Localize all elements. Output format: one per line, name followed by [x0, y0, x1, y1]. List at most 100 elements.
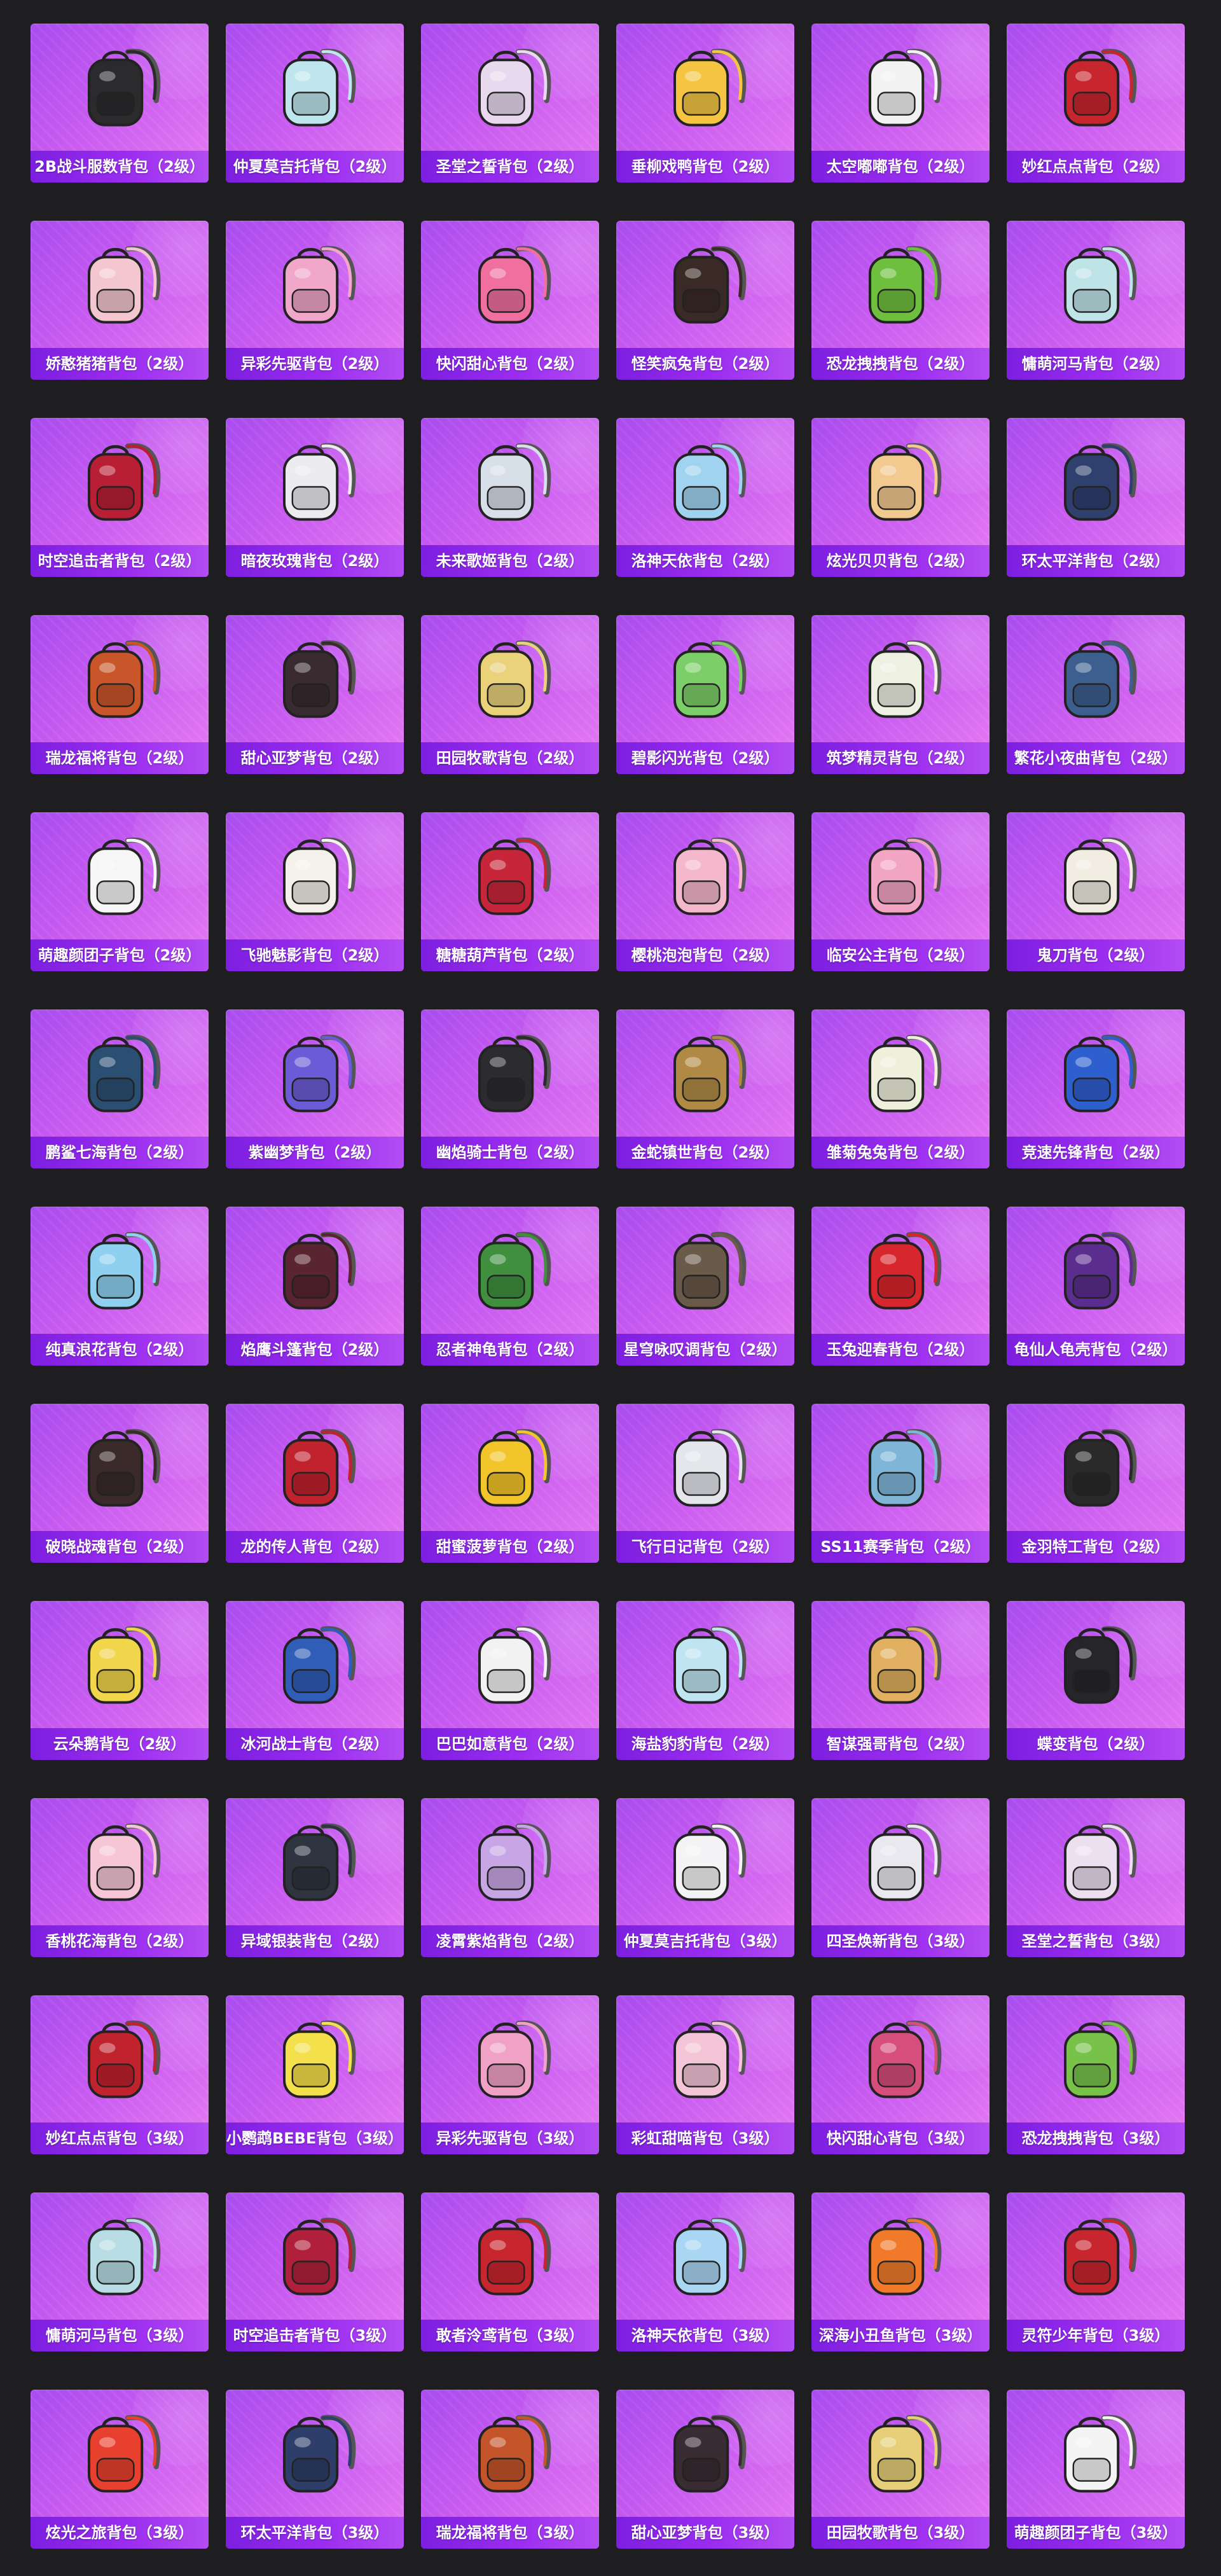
backpack-icon	[869, 1823, 942, 1901]
backpack-card[interactable]: 甜心亚梦背包（2级）	[226, 615, 404, 774]
backpack-card[interactable]: 圣堂之誓背包（2级）	[421, 24, 599, 183]
backpack-card[interactable]: 四圣焕新背包（3级）	[811, 1798, 990, 1957]
backpack-name: 异域银装背包（2级）	[226, 1925, 404, 1957]
backpack-name: 鹏鲨七海背包（2级）	[31, 1137, 209, 1168]
backpack-card[interactable]: 彩虹甜喵背包（3级）	[616, 1995, 794, 2154]
backpack-card[interactable]: 忍者神龟背包（2级）	[421, 1207, 599, 1366]
backpack-card[interactable]: 冰河战士背包（2级）	[226, 1601, 404, 1760]
backpack-icon	[478, 1034, 551, 1112]
backpack-name: 环太平洋背包（2级）	[1007, 545, 1185, 577]
backpack-icon	[869, 1231, 942, 1310]
backpack-card[interactable]: 环太平洋背包（3级）	[226, 2390, 404, 2549]
backpack-card[interactable]: 时空追击者背包（2级）	[31, 418, 209, 577]
backpack-card[interactable]: 纯真浪花背包（2级）	[31, 1207, 209, 1366]
backpack-card[interactable]: 巴巴如意背包（2级）	[421, 1601, 599, 1760]
backpack-card[interactable]: 小鹦鹉BEBE背包（3级）	[226, 1995, 404, 2154]
backpack-card[interactable]: 瑞龙福将背包（2级）	[31, 615, 209, 774]
backpack-card[interactable]: 田园牧歌背包（3级）	[811, 2390, 990, 2549]
backpack-card[interactable]: 香桃花海背包（2级）	[31, 1798, 209, 1957]
backpack-card[interactable]: 雏菊兔兔背包（2级）	[811, 1009, 990, 1168]
backpack-card[interactable]: 仲夏莫吉托背包（2级）	[226, 24, 404, 183]
backpack-card[interactable]: 紫幽梦背包（2级）	[226, 1009, 404, 1168]
backpack-card[interactable]: 樱桃泡泡背包（2级）	[616, 812, 794, 971]
backpack-card[interactable]: 洛神天依背包（2级）	[616, 418, 794, 577]
backpack-card[interactable]: 临安公主背包（2级）	[811, 812, 990, 971]
backpack-icon	[88, 1034, 161, 1112]
backpack-card[interactable]: 未来歌姬背包（2级）	[421, 418, 599, 577]
backpack-card[interactable]: 飞驰魅影背包（2级）	[226, 812, 404, 971]
backpack-card[interactable]: 灵符少年背包（3级）	[1007, 2192, 1185, 2351]
backpack-icon	[673, 443, 747, 521]
backpack-name: 临安公主背包（2级）	[811, 939, 990, 971]
backpack-card[interactable]: 蝶变背包（2级）	[1007, 1601, 1185, 1760]
backpack-card[interactable]: 恐龙拽拽背包（2级）	[811, 221, 990, 380]
backpack-card[interactable]: 甜蜜菠萝背包（2级）	[421, 1404, 599, 1563]
backpack-card[interactable]: 竞速先锋背包（2级）	[1007, 1009, 1185, 1168]
backpack-icon	[283, 2414, 356, 2493]
backpack-card[interactable]: 智谋强哥背包（2级）	[811, 1601, 990, 1760]
backpack-card[interactable]: 娇憨猪猪背包（2级）	[31, 221, 209, 380]
backpack-card[interactable]: 快闪甜心背包（2级）	[421, 221, 599, 380]
backpack-card[interactable]: 异彩先驱背包（2级）	[226, 221, 404, 380]
backpack-name: 碧影闪光背包（2级）	[616, 742, 794, 774]
backpack-icon	[1064, 1231, 1137, 1310]
backpack-card[interactable]: 快闪甜心背包（3级）	[811, 1995, 990, 2154]
backpack-icon	[88, 2217, 161, 2296]
backpack-card[interactable]: 鹏鲨七海背包（2级）	[31, 1009, 209, 1168]
backpack-card[interactable]: 萌趣颜团子背包（2级）	[31, 812, 209, 971]
backpack-card[interactable]: 幽焰骑士背包（2级）	[421, 1009, 599, 1168]
backpack-name: 敢者泠鸢背包（3级）	[421, 2320, 599, 2351]
backpack-card[interactable]: 炫光之旅背包（3级）	[31, 2390, 209, 2549]
backpack-card[interactable]: 异域银装背包（2级）	[226, 1798, 404, 1957]
backpack-name: 慵萌河马背包（2级）	[1007, 348, 1185, 380]
backpack-card[interactable]: 妙红点点背包（3级）	[31, 1995, 209, 2154]
backpack-icon	[869, 2414, 942, 2493]
backpack-card[interactable]: 2B战斗服数背包（2级）	[31, 24, 209, 183]
backpack-name: 糖糖葫芦背包（2级）	[421, 939, 599, 971]
backpack-card[interactable]: 鬼刀背包（2级）	[1007, 812, 1185, 971]
backpack-card[interactable]: 圣堂之誓背包（3级）	[1007, 1798, 1185, 1957]
backpack-card[interactable]: 垂柳戏鸭背包（2级）	[616, 24, 794, 183]
backpack-card[interactable]: 金羽特工背包（2级）	[1007, 1404, 1185, 1563]
backpack-card[interactable]: 环太平洋背包（2级）	[1007, 418, 1185, 577]
backpack-card[interactable]: 海盐豹豹背包（2级）	[616, 1601, 794, 1760]
backpack-name: 竞速先锋背包（2级）	[1007, 1137, 1185, 1168]
backpack-card[interactable]: 深海小丑鱼背包（3级）	[811, 2192, 990, 2351]
backpack-card[interactable]: 凌霄紫焰背包（2级）	[421, 1798, 599, 1957]
backpack-icon	[1064, 443, 1137, 521]
backpack-card[interactable]: 慵萌河马背包（2级）	[1007, 221, 1185, 380]
backpack-card[interactable]: SS11赛季背包（2级）	[811, 1404, 990, 1563]
backpack-card[interactable]: 恐龙拽拽背包（3级）	[1007, 1995, 1185, 2154]
backpack-card[interactable]: 仲夏莫吉托背包（3级）	[616, 1798, 794, 1957]
backpack-card[interactable]: 时空追击者背包（3级）	[226, 2192, 404, 2351]
backpack-card[interactable]: 洛神天依背包（3级）	[616, 2192, 794, 2351]
backpack-card[interactable]: 筑梦精灵背包（2级）	[811, 615, 990, 774]
backpack-card[interactable]: 繁花小夜曲背包（2级）	[1007, 615, 1185, 774]
backpack-card[interactable]: 碧影闪光背包（2级）	[616, 615, 794, 774]
backpack-card[interactable]: 太空嘟嘟背包（2级）	[811, 24, 990, 183]
backpack-card[interactable]: 慵萌河马背包（3级）	[31, 2192, 209, 2351]
backpack-card[interactable]: 甜心亚梦背包（3级）	[616, 2390, 794, 2549]
backpack-card[interactable]: 龙的传人背包（2级）	[226, 1404, 404, 1563]
backpack-card[interactable]: 糖糖葫芦背包（2级）	[421, 812, 599, 971]
backpack-card[interactable]: 龟仙人龟壳背包（2级）	[1007, 1207, 1185, 1366]
backpack-icon	[673, 1823, 747, 1901]
backpack-icon	[88, 1231, 161, 1310]
backpack-card[interactable]: 焰鹰斗篷背包（2级）	[226, 1207, 404, 1366]
backpack-card[interactable]: 敢者泠鸢背包（3级）	[421, 2192, 599, 2351]
backpack-card[interactable]: 萌趣颜团子背包（3级）	[1007, 2390, 1185, 2549]
backpack-card[interactable]: 怪笑疯兔背包（2级）	[616, 221, 794, 380]
backpack-card[interactable]: 田园牧歌背包（2级）	[421, 615, 599, 774]
backpack-card[interactable]: 云朵鹅背包（2级）	[31, 1601, 209, 1760]
backpack-card[interactable]: 异彩先驱背包（3级）	[421, 1995, 599, 2154]
backpack-card[interactable]: 玉兔迎春背包（2级）	[811, 1207, 990, 1366]
backpack-card[interactable]: 炫光贝贝背包（2级）	[811, 418, 990, 577]
backpack-card[interactable]: 星穹咏叹调背包（2级）	[616, 1207, 794, 1366]
backpack-card[interactable]: 暗夜玫瑰背包（2级）	[226, 418, 404, 577]
backpack-card[interactable]: 妙红点点背包（2级）	[1007, 24, 1185, 183]
backpack-card[interactable]: 瑞龙福将背包（3级）	[421, 2390, 599, 2549]
backpack-card[interactable]: 破晓战魂背包（2级）	[31, 1404, 209, 1563]
backpack-card[interactable]: 飞行日记背包（2级）	[616, 1404, 794, 1563]
backpack-card[interactable]: 金蛇镇世背包（2级）	[616, 1009, 794, 1168]
backpack-icon	[673, 1429, 747, 1507]
